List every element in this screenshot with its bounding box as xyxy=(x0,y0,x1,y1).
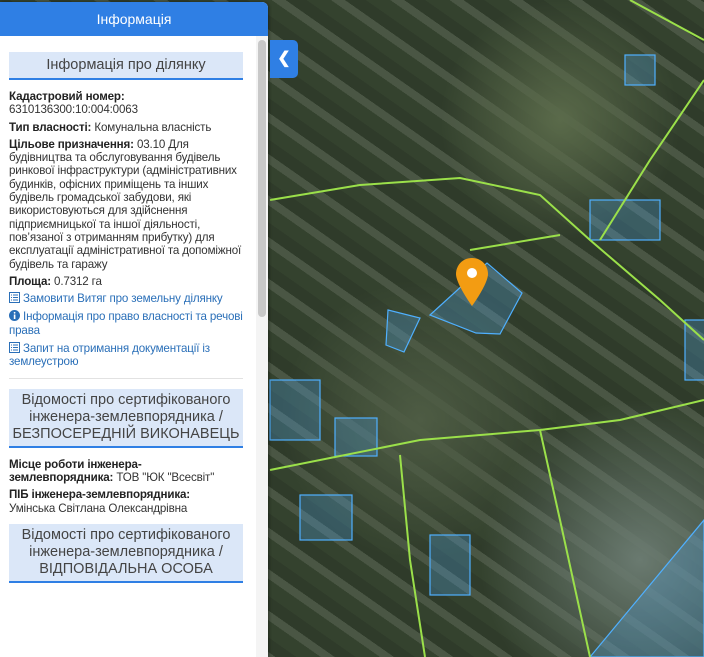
parcel[interactable] xyxy=(624,54,656,86)
collapse-panel-button[interactable]: ❮ xyxy=(270,40,298,78)
ownership-type: Тип власності: Комунальна власність xyxy=(9,121,243,134)
purpose-label: Цільове призначення: xyxy=(9,137,134,151)
engineer-workplace: Місце роботи інженера-землевпорядника: Т… xyxy=(9,458,243,485)
ownership-label: Тип власності: xyxy=(9,120,92,134)
cadastral-number: Кадастровий номер: 6310136300:10:004:0063 xyxy=(9,90,243,117)
engineer-section-title: Відомості про сертифікованого інженера-з… xyxy=(9,388,243,448)
area: Площа: 0.7312 га xyxy=(9,275,243,288)
panel-body: Інформація про ділянку Кадастровий номер… xyxy=(0,36,256,583)
order-extract-link[interactable]: Замовити Витяг про земельну ділянку xyxy=(9,292,243,305)
scrollbar-track[interactable] xyxy=(256,36,268,657)
list-icon xyxy=(9,292,20,304)
chevron-left-icon: ❮ xyxy=(277,50,291,67)
parcel[interactable] xyxy=(385,309,421,353)
cadastral-label: Кадастровий номер: xyxy=(9,90,125,103)
documentation-request-link[interactable]: Запит на отримання документації із земле… xyxy=(9,342,243,369)
purpose-value: 03.10 Для будівництва та обслуговування … xyxy=(9,137,242,271)
cadastral-value: 6310136300:10:004:0063 xyxy=(9,103,138,117)
list-icon xyxy=(9,342,20,354)
responsible-section-title: Відомості про сертифікованого інженера-з… xyxy=(9,523,243,583)
parcel-section-title: Інформація про ділянку xyxy=(9,52,243,80)
purpose: Цільове призначення: 03.10 Для будівницт… xyxy=(9,138,243,271)
parcel[interactable] xyxy=(589,199,661,241)
parcel[interactable] xyxy=(589,519,704,657)
ownership-rights-link[interactable]: Інформація про право власності та речові… xyxy=(9,310,243,337)
divider xyxy=(9,377,243,379)
scrollbar-thumb[interactable] xyxy=(258,40,266,317)
area-value: 0.7312 га xyxy=(54,274,102,288)
info-panel: Інформація Інформація про ділянку Кадаст… xyxy=(0,2,268,657)
parcel[interactable] xyxy=(429,534,471,596)
parcel[interactable] xyxy=(269,379,321,441)
info-circle-icon xyxy=(9,310,20,322)
engineer-name: ПІБ інженера-землевпорядника: Умінська Св… xyxy=(9,488,243,515)
ownership-value: Комунальна власність xyxy=(94,120,212,134)
workplace-value: ТОВ "ЮК "Всесвіт" xyxy=(116,470,215,484)
parcel[interactable] xyxy=(684,319,704,381)
name-label: ПІБ інженера-землевпорядника: xyxy=(9,488,190,502)
area-label: Площа: xyxy=(9,274,51,288)
panel-title: Інформація xyxy=(0,2,268,36)
name-value: Умінська Світлана Олександрівна xyxy=(9,501,188,515)
parcel[interactable] xyxy=(299,494,353,541)
